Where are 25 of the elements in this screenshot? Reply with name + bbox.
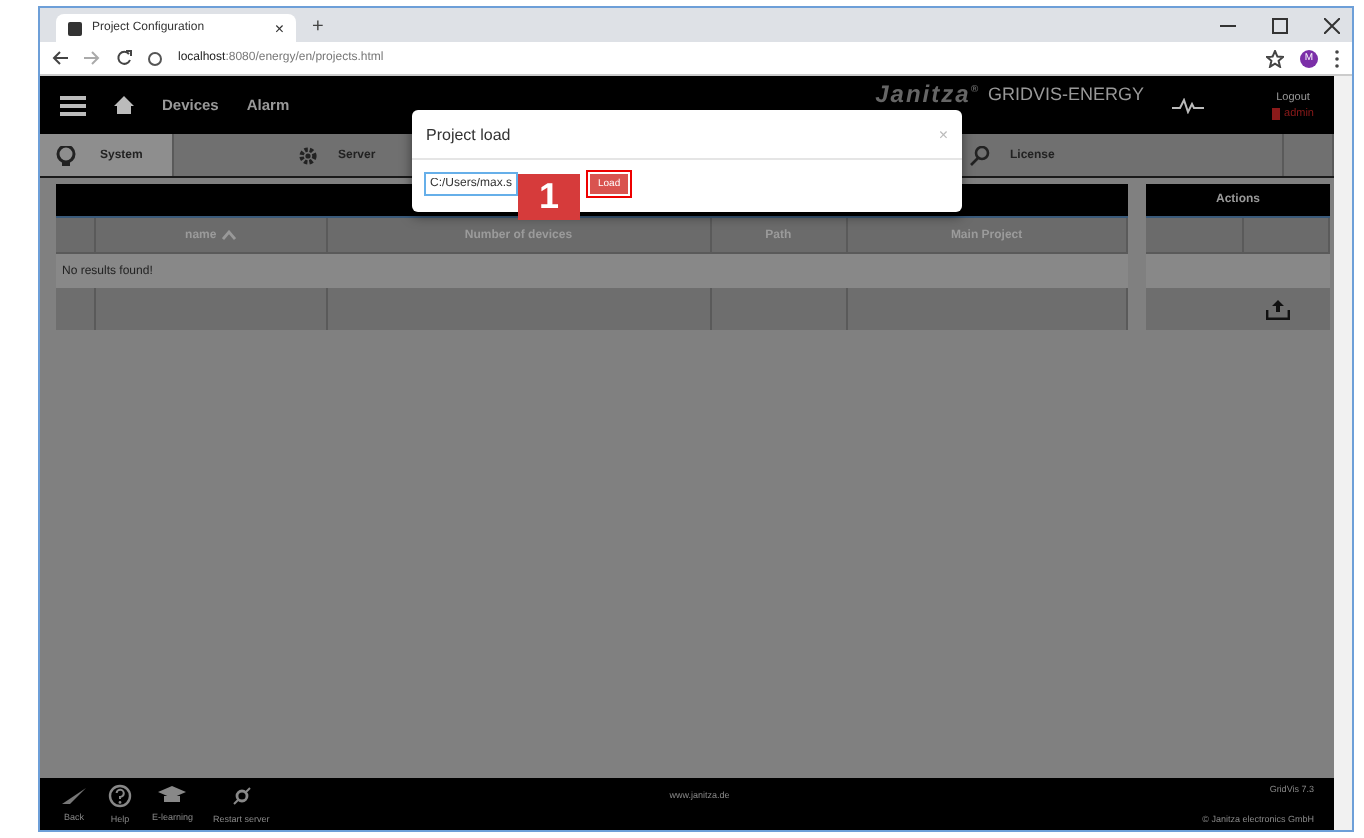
upload-icon[interactable] [1266,299,1290,319]
close-icon[interactable] [1324,17,1340,33]
help-icon [108,784,132,808]
maximize-icon[interactable] [1272,17,1288,33]
more-icon[interactable] [1334,49,1340,67]
pulse-icon [1172,97,1205,113]
tab-close-button[interactable]: × [274,19,284,37]
scrollbar[interactable] [1334,76,1352,830]
star-icon[interactable] [1266,49,1284,67]
back-arrow-icon[interactable] [52,50,68,66]
restart-icon [229,784,254,808]
product-name: GRIDVIS-ENERGY [988,84,1145,104]
reload-icon[interactable] [116,50,132,66]
page-icon [68,21,82,35]
monitor-icon [56,145,76,165]
swoosh-icon [60,786,88,806]
graduation-cap-icon [158,786,187,806]
janitza-logo: Janitza$^{®}$ [875,80,980,108]
new-tab-button[interactable]: + [312,16,324,38]
step-number-badge: 1 [518,174,580,220]
home-icon[interactable] [114,96,134,114]
sort-up-icon [222,230,237,240]
gear-icon [298,145,318,165]
menu-icon[interactable] [60,95,86,115]
user-icon [1272,107,1281,119]
